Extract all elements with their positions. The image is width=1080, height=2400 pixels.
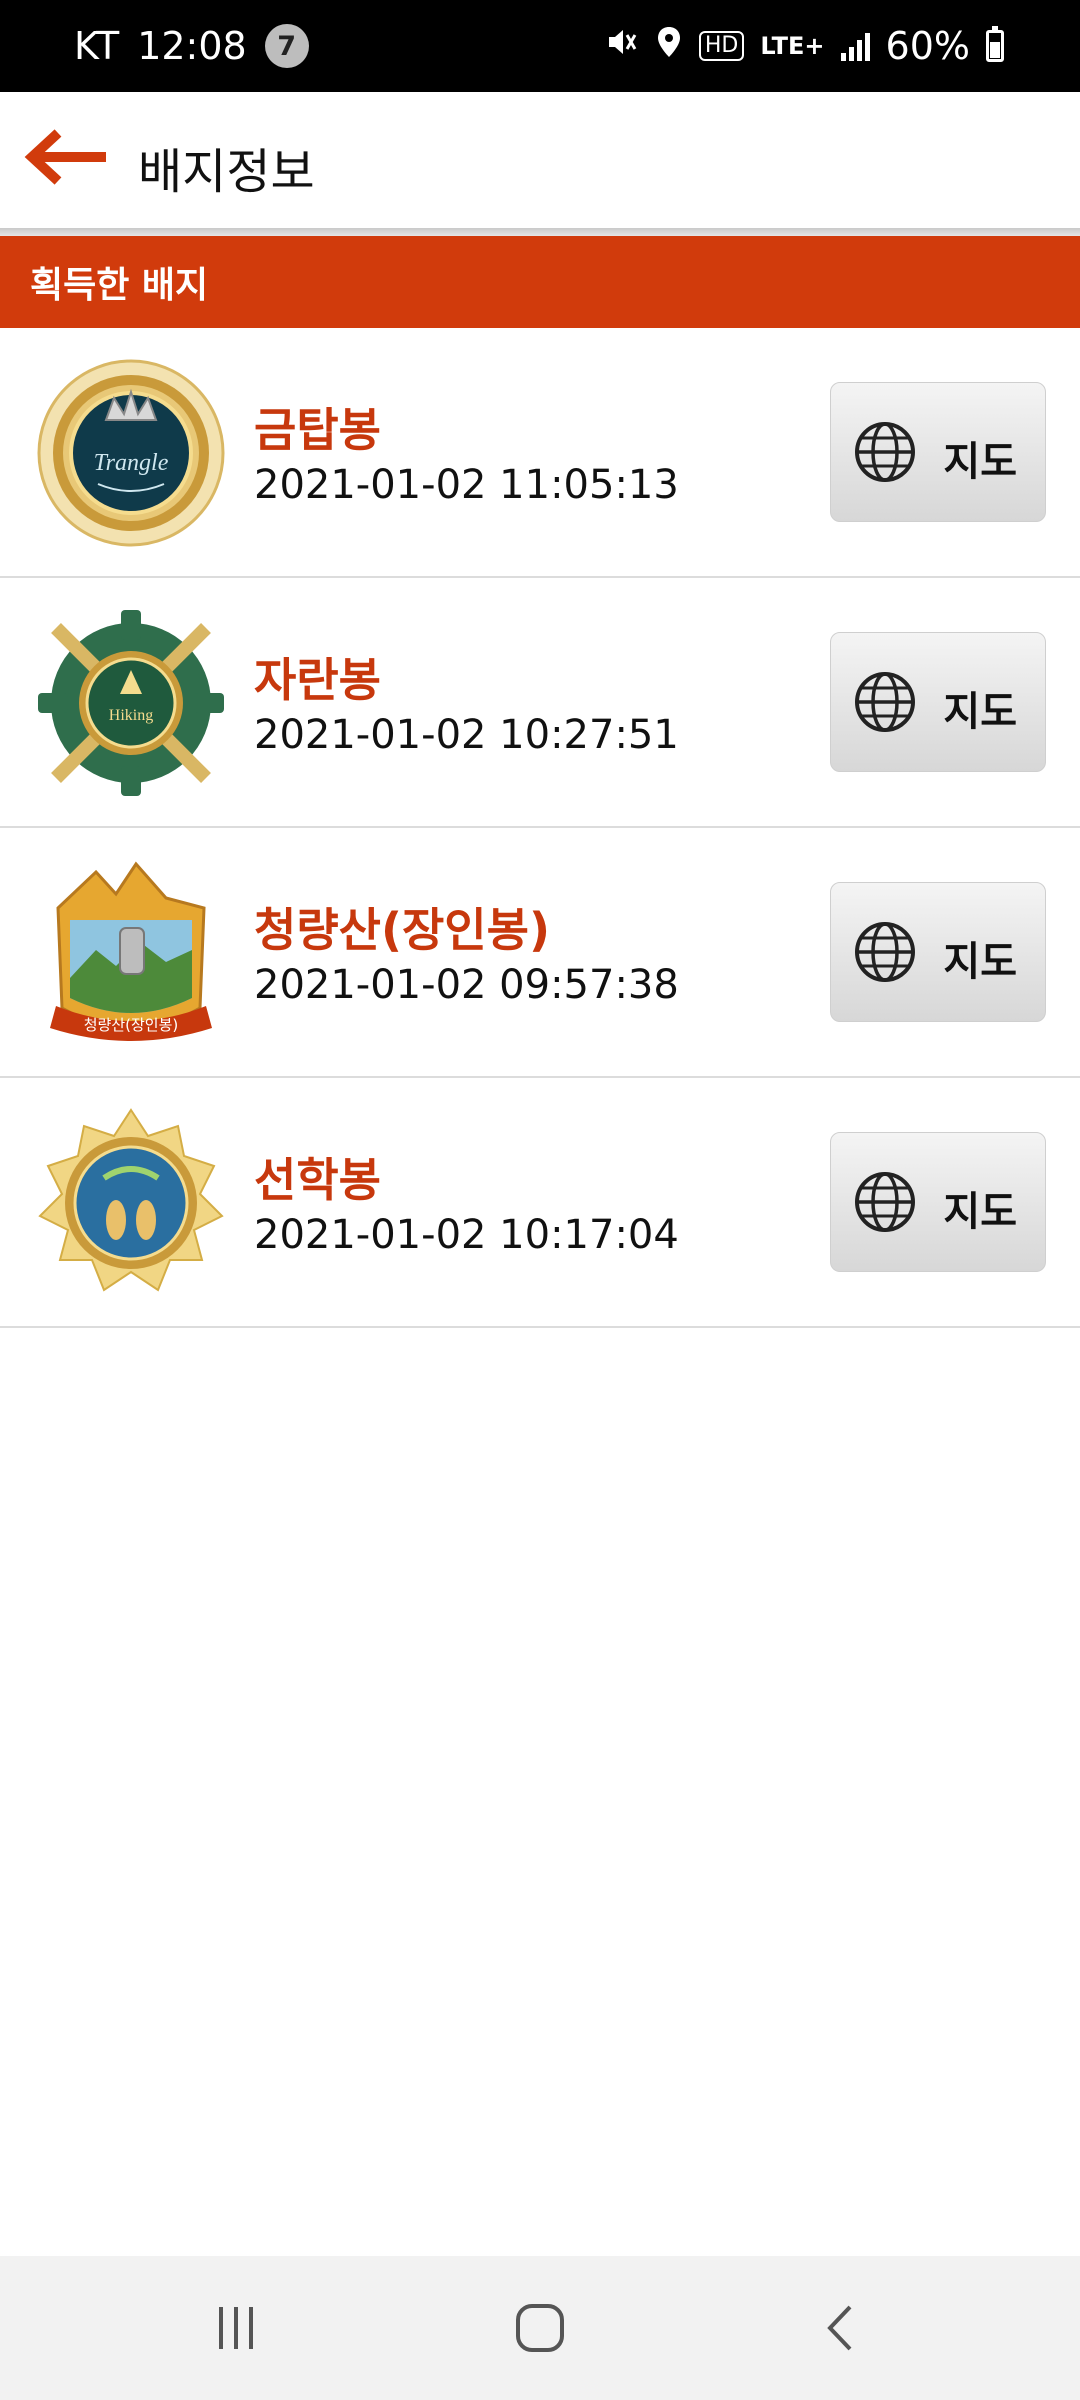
mute-icon — [605, 24, 639, 68]
mountain-badge-icon: 청량산(장인봉) — [50, 861, 212, 1041]
home-icon — [516, 2304, 564, 2352]
badge-acquired-time: 2021-01-02 11:05:13 — [254, 462, 679, 508]
badge-list: Trangle 금탑봉 2021-01-02 11:05:13 지도 Hikin… — [0, 328, 1080, 1328]
globe-icon — [855, 922, 915, 982]
status-bar: KT 12:08 7 HD LTE+ 60% — [0, 0, 1080, 92]
nav-back-button[interactable] — [800, 2296, 880, 2360]
badge-emblem-text: Hiking — [109, 707, 153, 724]
badge-name: 자란봉 — [254, 653, 381, 707]
recent-apps-button[interactable] — [196, 2296, 276, 2360]
badge-name: 청량산(장인봉) — [254, 903, 550, 957]
list-item: Hiking 자란봉 2021-01-02 10:27:51 지도 — [0, 578, 1080, 828]
hiking-gear-badge-icon: Hiking — [38, 610, 224, 796]
map-button[interactable]: 지도 — [830, 1132, 1046, 1272]
badge-ribbon-text: 청량산(장인봉) — [84, 1016, 179, 1034]
badge-name: 선학봉 — [254, 1153, 381, 1207]
map-button-label: 지도 — [943, 1189, 1017, 1235]
signal-icon — [840, 31, 870, 61]
arrow-left-icon — [24, 129, 106, 185]
page-title: 배지정보 — [138, 144, 315, 200]
header-divider — [0, 228, 1080, 236]
badge-acquired-time: 2021-01-02 09:57:38 — [254, 962, 679, 1008]
list-item: Trangle 금탑봉 2021-01-02 11:05:13 지도 — [0, 328, 1080, 578]
chevron-left-icon — [827, 2305, 852, 2351]
hd-voice-icon: HD — [698, 31, 745, 61]
back-button[interactable] — [24, 122, 110, 192]
footprint-badge-icon — [38, 1108, 224, 1292]
map-button-label: 지도 — [943, 439, 1017, 485]
globe-icon — [855, 422, 915, 482]
map-button-label: 지도 — [943, 939, 1017, 985]
badge-emblem-text: Trangle — [94, 450, 169, 476]
map-button[interactable]: 지도 — [830, 882, 1046, 1022]
badge-acquired-time: 2021-01-02 10:27:51 — [254, 712, 679, 758]
badge-name: 금탑봉 — [254, 403, 381, 457]
home-button[interactable] — [500, 2296, 580, 2360]
clock: 12:08 — [137, 24, 247, 68]
recent-apps-icon — [219, 2307, 253, 2349]
section-header: 획득한 배지 — [0, 236, 1080, 328]
map-button[interactable]: 지도 — [830, 632, 1046, 772]
battery-level: 60% — [885, 24, 970, 68]
globe-icon — [855, 1172, 915, 1232]
list-item: 청량산(장인봉) 청량산(장인봉) 2021-01-02 09:57:38 지도 — [0, 828, 1080, 1078]
map-button-label: 지도 — [943, 689, 1017, 735]
carrier-label: KT — [74, 24, 120, 68]
map-button[interactable]: 지도 — [830, 382, 1046, 522]
list-item: 선학봉 2021-01-02 10:17:04 지도 — [0, 1078, 1080, 1328]
crown-badge-icon: Trangle — [37, 359, 225, 547]
notification-count-badge: 7 — [264, 24, 309, 68]
app-header: 배지정보 — [0, 92, 1080, 232]
system-nav-bar — [0, 2256, 1080, 2400]
badge-acquired-time: 2021-01-02 10:17:04 — [254, 1212, 679, 1258]
location-icon — [655, 24, 683, 68]
battery-icon — [986, 26, 1004, 62]
network-type: LTE+ — [760, 32, 825, 60]
section-title: 획득한 배지 — [30, 265, 209, 306]
globe-icon — [855, 672, 915, 732]
